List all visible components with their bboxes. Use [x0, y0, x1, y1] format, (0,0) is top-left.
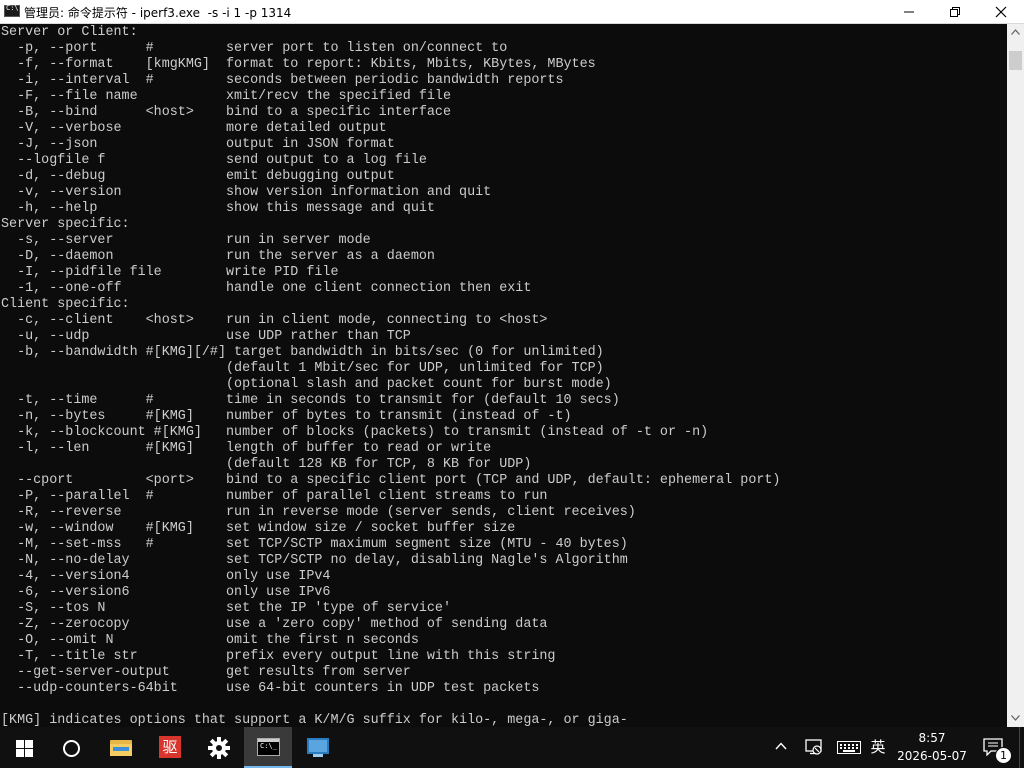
settings-taskbar-button[interactable] — [195, 727, 243, 768]
console-line: --get-server-output get results from ser… — [1, 665, 411, 680]
console-line: -4, --version4 only use IPv4 — [1, 569, 331, 584]
start-button[interactable] — [0, 727, 48, 768]
console-line: -b, --bandwidth #[KMG][/#] target bandwi… — [1, 345, 604, 360]
console-line: -t, --time # time in seconds to transmit… — [1, 393, 620, 408]
console-line: Server specific: — [1, 217, 130, 232]
search-button[interactable] — [48, 727, 96, 768]
console-line: -l, --len #[KMG] length of buffer to rea… — [1, 441, 492, 456]
console-line: -d, --debug emit debugging output — [1, 169, 395, 184]
console-text: Server or Client: -p, --port # server po… — [0, 25, 1007, 727]
scroll-down-button[interactable] — [1007, 710, 1024, 727]
console-line: [KMG] indicates options that support a K… — [1, 713, 628, 727]
console-line: -N, --no-delay set TCP/SCTP no delay, di… — [1, 553, 628, 568]
input-method-indicator[interactable]: 英 — [866, 727, 890, 768]
console-line: -F, --file name xmit/recv the specified … — [1, 89, 451, 104]
console-line: -R, --reverse run in reverse mode (serve… — [1, 505, 636, 520]
clock-date: 2026-05-07 — [897, 749, 967, 763]
close-button[interactable] — [978, 0, 1024, 23]
window-title: 管理员: 命令提示符 - iperf3.exe -s -i 1 -p 1314 — [24, 6, 292, 20]
console-line: -6, --version6 only use IPv6 — [1, 585, 331, 600]
network-status-button[interactable] — [800, 727, 828, 768]
clock[interactable]: 8:57 2026-05-07 — [894, 727, 970, 768]
console-output-area[interactable]: Server or Client: -p, --port # server po… — [0, 24, 1007, 727]
console-line: -u, --udp use UDP rather than TCP — [1, 329, 411, 344]
console-line: -c, --client <host> run in client mode, … — [1, 313, 548, 328]
scroll-up-button[interactable] — [1007, 24, 1024, 41]
console-line: -S, --tos N set the IP 'type of service' — [1, 601, 451, 616]
console-line: -O, --omit N omit the first n seconds — [1, 633, 419, 648]
file-explorer-taskbar-button[interactable] — [97, 727, 145, 768]
scroll-down-arrow-icon — [1011, 715, 1020, 721]
cortana-circle-icon — [63, 740, 80, 757]
console-line: -D, --daemon run the server as a daemon — [1, 249, 435, 264]
console-line: -h, --help show this message and quit — [1, 201, 435, 216]
gear-icon — [208, 737, 230, 759]
clock-time: 8:57 — [918, 731, 946, 745]
console-line: -1, --one-off handle one client connecti… — [1, 281, 532, 296]
console-line: -T, --title str prefix every output line… — [1, 649, 556, 664]
action-center-button[interactable]: 1 — [978, 727, 1014, 768]
console-line: -I, --pidfile file write PID file — [1, 265, 339, 280]
network-icon — [805, 739, 822, 755]
minimize-icon — [904, 11, 914, 13]
touch-keyboard-button[interactable] — [834, 727, 864, 768]
console-line: (default 128 KB for TCP, 8 KB for UDP) — [1, 457, 532, 472]
console-line: Server or Client: — [1, 25, 138, 40]
console-line: -M, --set-mss # set TCP/SCTP maximum seg… — [1, 537, 628, 552]
console-line: -n, --bytes #[KMG] number of bytes to tr… — [1, 409, 572, 424]
console-line: -f, --format [kmgKMG] format to report: … — [1, 57, 596, 72]
console-line: -s, --server run in server mode — [1, 233, 371, 248]
console-line: -B, --bind <host> bind to a specific int… — [1, 105, 451, 120]
console-line: -v, --version show version information a… — [1, 185, 492, 200]
console-line: -w, --window #[KMG] set window size / so… — [1, 521, 516, 536]
console-line: --cport <port> bind to a specific client… — [1, 473, 781, 488]
keyboard-icon — [837, 741, 861, 754]
monitor-icon — [307, 738, 329, 754]
restore-icon — [950, 7, 960, 17]
console-line: -i, --interval # seconds between periodi… — [1, 73, 564, 88]
console-line: (default 1 Mbit/sec for UDP, unlimited f… — [1, 361, 604, 376]
maximize-button[interactable] — [932, 0, 978, 23]
scroll-thumb[interactable] — [1009, 51, 1022, 70]
console-line: -P, --parallel # number of parallel clie… — [1, 489, 548, 504]
show-hidden-icons-button[interactable] — [770, 727, 792, 768]
console-line: -p, --port # server port to listen on/co… — [1, 41, 508, 56]
minimize-button[interactable] — [886, 0, 932, 23]
notification-count-badge: 1 — [995, 747, 1012, 764]
terminal-icon: C:\_ — [257, 738, 280, 756]
cmd-app-icon[interactable] — [4, 4, 20, 17]
driver-app-icon: 驱 — [159, 736, 181, 758]
console-line: Client specific: — [1, 297, 130, 312]
chevron-up-icon — [775, 742, 787, 750]
console-line: -k, --blockcount #[KMG] number of blocks… — [1, 425, 709, 440]
taskbar: 驱 C:\_ 英 8:57 2026-05-07 1 — [0, 727, 1024, 768]
console-line: -V, --verbose more detailed output — [1, 121, 387, 136]
console-line: --udp-counters-64bit use 64-bit counters… — [1, 681, 540, 696]
vertical-scrollbar[interactable] — [1007, 24, 1024, 727]
console-line: (optional slash and packet count for bur… — [1, 377, 612, 392]
show-desktop-button[interactable] — [1019, 727, 1024, 768]
close-icon — [995, 6, 1007, 18]
scroll-up-arrow-icon — [1011, 29, 1020, 35]
windows-logo-icon — [16, 740, 33, 757]
title-bar[interactable]: 管理员: 命令提示符 - iperf3.exe -s -i 1 -p 1314 — [0, 0, 1024, 24]
console-line: -J, --json output in JSON format — [1, 137, 395, 152]
console-line: --logfile f send output to a log file — [1, 153, 427, 168]
command-prompt-taskbar-button[interactable]: C:\_ — [244, 727, 292, 768]
driver-app-taskbar-button[interactable]: 驱 — [146, 727, 194, 768]
remote-desktop-taskbar-button[interactable] — [294, 727, 342, 768]
console-line: -Z, --zerocopy use a 'zero copy' method … — [1, 617, 548, 632]
